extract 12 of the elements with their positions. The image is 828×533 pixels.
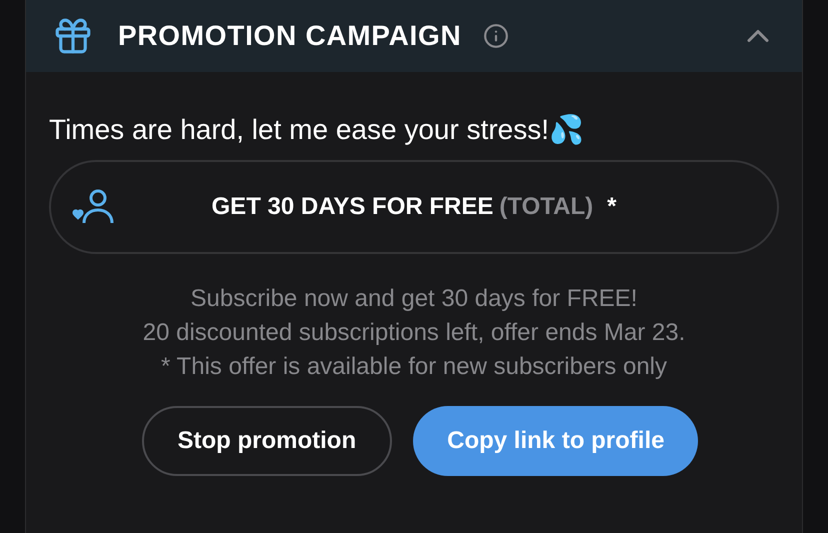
section-title: PROMOTION CAMPAIGN — [118, 19, 462, 53]
offer-qualifier: (TOTAL) — [499, 192, 594, 222]
card-header[interactable]: PROMOTION CAMPAIGN — [26, 0, 802, 72]
offer-description: Subscribe now and get 30 days for FREE! — [190, 284, 638, 314]
promo-message: Times are hard, let me ease your stress!💦 — [49, 113, 586, 147]
stop-button[interactable]: Stop promotion — [142, 406, 392, 476]
offer-description: * This offer is available for new subscribers only — [160, 352, 667, 382]
offer-pill[interactable]: GET 30 DAYS FOR FREE (TOTAL) * — [49, 160, 779, 254]
offer-label: GET 30 DAYS FOR FREE — [212, 192, 494, 222]
info-icon[interactable] — [483, 23, 510, 49]
offer-description: 20 discounted subscriptions left, offer ends Mar 23. — [142, 318, 686, 348]
asterisk-mark: * — [607, 192, 616, 222]
